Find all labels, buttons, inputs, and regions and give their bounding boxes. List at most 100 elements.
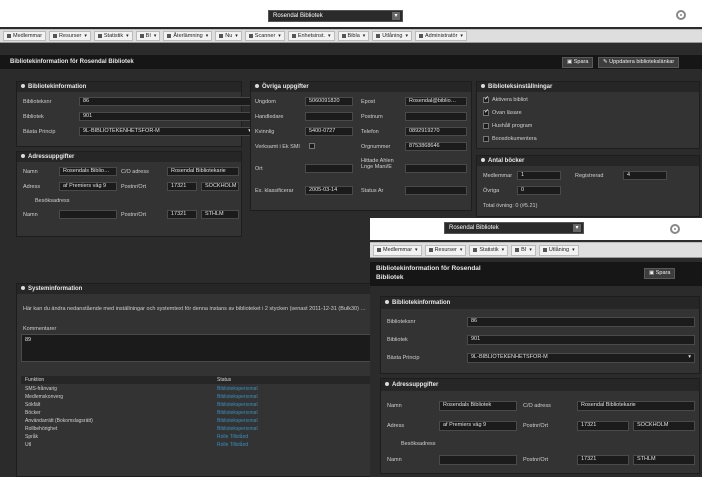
menu-item[interactable]: Scanner ▾ [244, 31, 285, 41]
chevron-down-icon: ▾ [688, 354, 691, 360]
menu-item[interactable]: Utlåning ▾ [372, 31, 412, 41]
table-row[interactable]: Utl Rolle Tillstånd [21, 442, 383, 449]
update-links-button[interactable]: ✎ Uppdatera bibliotekslänkar [598, 57, 680, 68]
menu-item[interactable]: Återlämning ▾ [163, 31, 213, 41]
overlay-name-field[interactable]: Rosendals Bibliotek [439, 401, 517, 411]
setting-checkbox[interactable] [483, 123, 489, 129]
menu-item[interactable]: Resurser ▾ [49, 31, 91, 41]
table-row[interactable]: SMS-frånvarig Bibliotekspersonal [21, 386, 383, 393]
overlay-app-selector[interactable]: Rosendal Bibliotek ▾ [444, 222, 584, 234]
loans-field[interactable]: 0 [517, 186, 561, 195]
menu-label: Utlåning [382, 33, 403, 39]
other-field[interactable] [305, 112, 353, 121]
comment-textarea[interactable]: 89 [21, 334, 383, 362]
zip-field[interactable]: 17321 [167, 182, 197, 191]
row-status-link[interactable]: Bibliotekspersonal [217, 426, 258, 432]
checkbox[interactable] [309, 143, 315, 149]
other-field[interactable]: 8753868646 [405, 142, 467, 151]
other-label: Kvinnlig [255, 129, 275, 135]
chevron-down-icon: ▾ [126, 33, 129, 39]
app-selector[interactable]: Rosendal Bibliotek ▾ [268, 10, 403, 22]
policy-select[interactable]: 9L-BIBLIOTEKENHETSFÖR-M▾ [79, 127, 255, 136]
overlay-body: Medlemmar ▾ Resurser ▾ Statistik ▾ BI ▾ Utlåning… [370, 240, 702, 477]
row-status-link[interactable]: Bibliotekspersonal [217, 410, 258, 416]
other-field[interactable] [405, 186, 467, 195]
menu-item[interactable]: Administratör ▾ [415, 31, 467, 41]
setting-checkbox[interactable] [483, 136, 489, 142]
field-label: Biblioteksnr [387, 319, 416, 325]
library-field[interactable]: 901 [79, 112, 255, 121]
row-status-link[interactable]: Rolle Tillstånd [217, 434, 248, 440]
table-row[interactable]: Böcker Bibliotekspersonal [21, 410, 383, 417]
name-field[interactable]: Rosendals Biblio… [59, 167, 117, 176]
street-field[interactable]: af Premiers väg 9 [59, 182, 117, 191]
overlay-visit-name-field[interactable] [439, 455, 517, 465]
visit-zip-field[interactable]: 17321 [167, 210, 197, 219]
menu-item[interactable]: Utlåning ▾ [538, 244, 579, 256]
other-field[interactable]: Rosendal@biblio… [405, 97, 467, 106]
other-field[interactable]: 0892919270 [405, 127, 467, 136]
settings-circle-icon[interactable] [670, 224, 680, 234]
other-field[interactable] [305, 164, 353, 173]
info-icon [21, 84, 25, 89]
row-name: Utl [25, 442, 32, 448]
visit-name-label: Namn [387, 457, 402, 463]
row-status-link[interactable]: Bibliotekspersonal [217, 402, 258, 408]
visit-name-label: Namn [23, 212, 38, 218]
chevron-down-icon: ▾ [529, 247, 532, 253]
visit-city-field[interactable]: STHLM [201, 210, 239, 219]
library-number-field[interactable]: 86 [79, 97, 255, 106]
overlay-policy-select[interactable]: 9L-BIBLIOTEKENHETSFÖR-M ▾ [467, 353, 695, 363]
menu-item[interactable]: Medlemmar [3, 31, 47, 41]
comment-label: Kommentarer [23, 326, 57, 332]
table-row[interactable]: Användar­rätt (Bokomslagsrätt) Biblioteks… [21, 418, 383, 425]
setting-checkbox[interactable] [483, 108, 489, 116]
other-label: Orgnummer [361, 144, 391, 150]
menu-item[interactable]: Resurser ▾ [424, 244, 467, 256]
menu-item[interactable]: BI ▾ [511, 244, 536, 256]
books-field[interactable]: 4 [623, 171, 667, 180]
members-field[interactable]: 1 [517, 171, 561, 180]
other-field[interactable] [405, 164, 467, 173]
other-label: Telefon [361, 129, 379, 135]
update-links-label: Uppdatera bibliotekslänkar [609, 59, 675, 65]
overlay-street-field[interactable]: af Premiers väg 9 [439, 421, 517, 431]
overlay-library-field[interactable]: 901 [467, 335, 695, 345]
other-field[interactable]: 5060091820 [305, 97, 353, 106]
city-field[interactable]: SOCKHOLM [201, 182, 239, 191]
table-row[interactable]: Rollbehörighet Bibliotekspersonal [21, 426, 383, 433]
table-row[interactable]: Språk Rolle Tillstånd [21, 434, 383, 441]
other-field[interactable]: 2005-03-14 [305, 186, 353, 195]
chevron-down-icon: ▾ [205, 33, 209, 39]
menu-item[interactable]: Enhetsinst. ▾ [287, 31, 335, 41]
table-row[interactable]: Medlemskonverg Bibliotekspersonal [21, 394, 383, 401]
other-field[interactable]: 5400-0727 [305, 127, 353, 136]
overlay-co-field[interactable]: Rosendal Bibliotekarie [577, 401, 695, 411]
overlay-zip-field[interactable]: 17321 [577, 421, 629, 431]
co-field[interactable]: Rosendal Bibliotekarie [167, 167, 239, 176]
save-button[interactable]: ▣ Spara [562, 57, 594, 68]
menu-item[interactable]: BI ▾ [135, 31, 161, 41]
row-status-link[interactable]: Bibliotekspersonal [217, 386, 258, 392]
settings-circle-icon[interactable] [676, 10, 686, 20]
row-status-link[interactable]: Rolle Tillstånd [217, 442, 248, 448]
menu-item[interactable]: Bibla ▾ [337, 31, 370, 41]
overlay-city-field[interactable]: SOCKHOLM [633, 421, 695, 431]
table-row[interactable]: Sökfält Bibliotekspersonal [21, 402, 383, 409]
other-field[interactable] [405, 112, 467, 121]
menu-item[interactable]: Statistik ▾ [469, 244, 509, 256]
overlay-visit-zip-field[interactable]: 17321 [577, 455, 629, 465]
menu-icon [219, 34, 224, 38]
menu-item[interactable]: Statistik ▾ [93, 31, 133, 41]
visit-name-field[interactable] [59, 210, 117, 219]
counts-heading: Antal böcker [477, 156, 699, 166]
row-status-link[interactable]: Bibliotekspersonal [217, 418, 258, 424]
menu-icon [473, 248, 478, 252]
menu-item[interactable]: Medlemmar ▾ [373, 244, 422, 256]
overlay-library-number-field[interactable]: 86 [467, 317, 695, 327]
overlay-save-button[interactable]: ▣ Spara [644, 268, 676, 279]
overlay-visit-city-field[interactable]: STHLM [633, 455, 695, 465]
setting-checkbox[interactable] [483, 95, 489, 103]
menu-item[interactable]: Nu ▾ [215, 31, 242, 41]
row-status-link[interactable]: Bibliotekspersonal [217, 394, 258, 400]
